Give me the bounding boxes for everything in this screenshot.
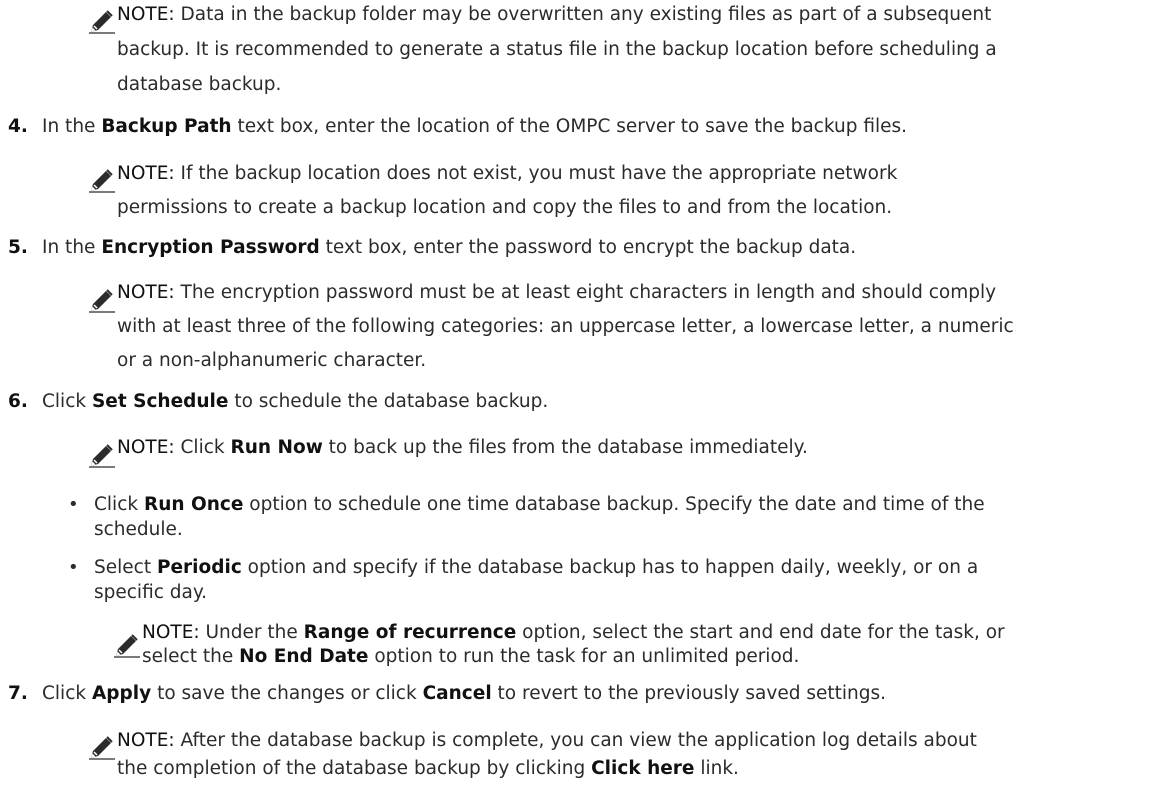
note-3-line-2: with at least three of the following cat… — [117, 316, 1014, 337]
bullet-2-line-2: specific day. — [94, 582, 208, 603]
note-2: NOTE: If the backup location does not ex… — [117, 161, 897, 187]
note-6: NOTE: After the database backup is compl… — [117, 728, 977, 754]
step-4-pre: In the — [42, 116, 102, 137]
bullet-2-line-1: Select Periodic option and specify if th… — [94, 556, 978, 580]
step-7-text: Click Apply to save the changes or click… — [42, 681, 886, 707]
step-6-post: to schedule the database backup. — [228, 391, 549, 412]
note-label: NOTE: — [117, 4, 175, 25]
run-once-label: Run Once — [143, 494, 244, 515]
note-5-post-2: option to run the task for an unlimited … — [368, 646, 800, 667]
note-1: NOTE: Data in the backup folder may be o… — [117, 2, 991, 28]
step-5-text: In the Encryption Password text box, ent… — [42, 235, 856, 261]
range-of-recurrence-label: Range of recurrence — [303, 622, 517, 643]
step-7-mid: to save the changes or click — [151, 683, 423, 704]
pencil-note-icon — [114, 634, 140, 658]
run-now-label: Run Now — [230, 437, 323, 458]
note-label: NOTE: — [117, 282, 175, 303]
note-6-pre: the completion of the database backup by… — [117, 758, 592, 779]
note-label: NOTE: — [117, 730, 175, 751]
step-4-post: text box, enter the location of the OMPC… — [231, 116, 908, 137]
bullet-1-line-1: Click Run Once option to schedule one ti… — [94, 493, 985, 517]
note-2-line-2: permissions to create a backup location … — [117, 197, 893, 218]
note-5-pre-2: select the — [142, 646, 240, 667]
step-7-number: 7. — [8, 683, 28, 704]
note-6-line-2: the completion of the database backup by… — [117, 756, 739, 782]
step-4-number: 4. — [8, 116, 28, 137]
backup-path-label: Backup Path — [101, 116, 232, 137]
bullet-2-post: option and specify if the database backu… — [241, 557, 979, 578]
bullet-1-line-2: schedule. — [94, 519, 183, 540]
bullet-dot: • — [68, 494, 79, 515]
pencil-note-icon — [89, 444, 115, 468]
note-3-line-3: or a non-alphanumeric character. — [117, 350, 427, 371]
no-end-date-label: No End Date — [239, 646, 369, 667]
note-5-line-1: NOTE: Under the Range of recurrence opti… — [142, 621, 1005, 645]
periodic-label: Periodic — [156, 557, 242, 578]
note-5-pre-1: Under the — [205, 622, 304, 643]
note-label: NOTE: — [142, 622, 200, 643]
pencil-note-icon — [89, 289, 115, 313]
note-1-line-2: backup. It is recommended to generate a … — [117, 39, 997, 60]
pencil-note-icon — [89, 169, 115, 193]
cancel-label: Cancel — [422, 683, 492, 704]
step-5-pre: In the — [42, 237, 102, 258]
step-5-post: text box, enter the password to encrypt … — [319, 237, 857, 258]
note-5-line-2: select the No End Date option to run the… — [142, 645, 799, 669]
bullet-dot: • — [68, 557, 79, 578]
step-5-number: 5. — [8, 237, 28, 258]
note-label: NOTE: — [117, 437, 175, 458]
pencil-note-icon — [89, 736, 115, 760]
note-4: NOTE: Click Run Now to back up the files… — [117, 435, 808, 461]
step-6-text: Click Set Schedule to schedule the datab… — [42, 389, 548, 415]
step-7-pre: Click — [42, 683, 92, 704]
note-6-line-1: After the database backup is complete, y… — [180, 730, 977, 751]
set-schedule-label: Set Schedule — [91, 391, 229, 412]
note-1-line-1: Data in the backup folder may be overwri… — [180, 4, 992, 25]
step-4-text: In the Backup Path text box, enter the l… — [42, 114, 907, 140]
click-here-link: Click here — [591, 758, 695, 779]
note-3: NOTE: The encryption password must be at… — [117, 280, 996, 306]
note-4-post: to back up the files from the database i… — [322, 437, 808, 458]
pencil-note-icon — [89, 10, 115, 34]
note-5-post-1: option, select the start and end date fo… — [516, 622, 1005, 643]
note-1-line-3: database backup. — [117, 74, 282, 95]
note-6-post: link. — [694, 758, 739, 779]
bullet-1-pre: Click — [94, 494, 144, 515]
bullet-1-post: option to schedule one time database bac… — [243, 494, 985, 515]
step-6-number: 6. — [8, 391, 28, 412]
step-6-pre: Click — [42, 391, 92, 412]
note-4-pre: Click — [180, 437, 231, 458]
encryption-password-label: Encryption Password — [101, 237, 320, 258]
bullet-2-pre: Select — [94, 557, 157, 578]
step-7-post: to revert to the previously saved settin… — [491, 683, 886, 704]
note-3-line-1: The encryption password must be at least… — [180, 282, 997, 303]
note-label: NOTE: — [117, 163, 175, 184]
note-2-line-1: If the backup location does not exist, y… — [180, 163, 898, 184]
apply-label: Apply — [91, 683, 152, 704]
